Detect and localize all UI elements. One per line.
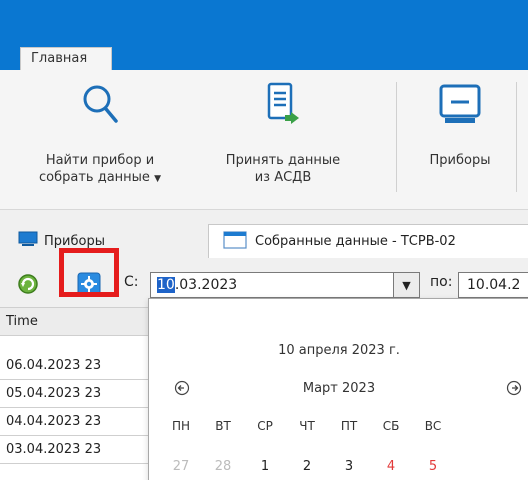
chevron-down-icon: ▼ [402,278,411,292]
date-from-dropdown-button[interactable]: ▼ [394,272,420,298]
data-grid: Time 06.04.2023 23 05.04.2023 23 04.04.2… [0,308,150,480]
receive-data-button[interactable]: Принять данные из АСДВ [218,76,348,194]
date-from-selected-text: 10 [157,277,175,293]
weekday-sat: СБ [382,419,400,433]
weekday-sun: ВС [424,419,442,433]
table-row[interactable]: 05.04.2023 23 [0,380,150,408]
highlight-box [59,248,119,297]
calendar-day[interactable]: 3 [329,459,369,474]
ribbon-panel: Найти прибор и собрать данные ▼ Принять … [0,70,528,210]
find-device-label-1: Найти прибор и [45,153,155,168]
table-row[interactable]: 06.04.2023 23 [0,352,150,380]
calendar-popup: 10 апреля 2023 г. Март 2023 ПН ВТ СР ЧТ … [148,298,528,480]
date-from-rest-text: .03.2023 [174,277,238,293]
calendar-day[interactable]: 27 [161,459,201,474]
weekday-tue: ВТ [215,419,231,433]
weekday-mon: ПН [171,419,191,433]
weekday-fri: ПТ [340,419,358,433]
devices-button[interactable]: Приборы [412,76,508,194]
weekday-wed: СР [257,419,273,433]
calendar-today-link[interactable]: 10 апреля 2023 г. [149,343,528,358]
ribbon-separator [516,82,517,192]
monitor-icon [18,231,38,251]
calendar-month-title[interactable]: Март 2023 [149,381,528,396]
find-device-button[interactable]: Найти прибор и собрать данные ▼ [20,76,180,194]
to-label: по: [430,274,453,290]
date-from-input[interactable]: 10.03.2023 [150,272,394,298]
document-import-icon [263,76,303,132]
calendar-day[interactable]: 1 [245,459,285,474]
date-to-input[interactable]: 10.04.2 [458,272,528,298]
calendar-day[interactable]: 2 [287,459,327,474]
title-bar [0,0,528,40]
tab-collected-data[interactable]: Собранные данные - ТСРВ-02 [208,224,528,258]
table-row[interactable]: 03.04.2023 23 [0,436,150,464]
chevron-down-icon: ▼ [154,174,161,184]
weekday-thu: ЧТ [299,419,315,433]
calendar-day[interactable]: 28 [203,459,243,474]
receive-data-label-2: из АСДВ [254,170,312,185]
receive-data-label-1: Принять данные [225,153,341,168]
ribbon-tab-home[interactable]: Главная [20,47,112,71]
devices-label: Приборы [429,153,491,168]
window-icon [223,230,247,253]
from-label: С: [124,274,139,290]
column-header-time[interactable]: Time [0,308,150,336]
table-row[interactable]: 04.04.2023 23 [0,408,150,436]
refresh-icon[interactable] [16,272,40,300]
device-icon [437,76,483,132]
calendar-day[interactable]: 4 [371,459,411,474]
ribbon-separator [396,82,397,192]
next-month-icon[interactable] [503,377,525,399]
find-device-label-2: собрать данные ▼ [39,170,161,185]
calendar-day[interactable]: 5 [413,459,453,474]
search-icon [80,76,120,132]
